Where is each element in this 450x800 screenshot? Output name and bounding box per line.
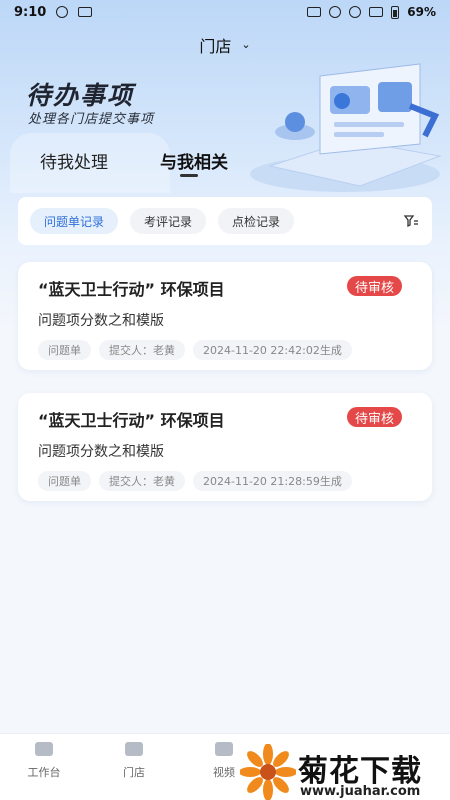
tab-bar: 待我处理 与我相关 [0,148,450,188]
card-submitter-tag: 提交人：老黄 [99,340,185,360]
signal-icon [369,7,384,17]
task-card[interactable]: “蓝天卫士行动” 环保项目 待审核 问题项分数之和模版 问题单 提交人：老黄 2… [18,262,432,370]
nav-label: 视频 [213,766,235,779]
filter-icon[interactable] [402,212,420,230]
card-type-tag: 问题单 [38,340,91,360]
card-template-name: 问题项分数之和模版 [38,444,164,460]
wifi-icon [349,6,362,18]
video-icon [215,742,233,756]
notification-icon [56,6,69,18]
watermark: 菊花下载网 www.juahar.com [239,743,450,800]
card-generated-tag: 2024-11-20 22:42:02生成 [193,340,352,360]
tab-pending[interactable]: 待我处理 [40,148,108,173]
store-selector-label: 门店 [199,37,232,56]
chip-issue-records[interactable]: 问题单记录 [30,208,119,234]
page-subtitle: 处理各门店提交事项 [28,112,155,127]
page-title: 待办事项 [26,81,135,110]
tab-related[interactable]: 与我相关 [160,148,228,173]
nav-workbench[interactable]: 工作台 [14,742,74,780]
status-badge: 待审核 [346,407,402,427]
workbench-icon [35,742,53,756]
image-icon [78,7,93,17]
card-generated-tag: 2024-11-20 21:28:59生成 [193,471,352,491]
status-badge: 待审核 [346,276,402,296]
battery-icon [391,5,400,19]
filter-bar: 问题单记录 考评记录 点检记录 [18,197,432,245]
chip-inspection-records[interactable]: 点检记录 [218,208,295,234]
card-submitter-tag: 提交人：老黄 [99,471,185,491]
vibrate-icon [329,6,342,18]
battery-percent: 69% [407,5,436,19]
nav-store[interactable]: 门店 [104,742,164,780]
chevron-down-icon: ⌄ [241,37,251,51]
status-bar: 9:10 69% [0,0,450,24]
nav-label: 门店 [123,766,145,779]
nav-label: 工作台 [27,766,61,779]
task-card[interactable]: “蓝天卫士行动” 环保项目 待审核 问题项分数之和模版 问题单 提交人：老黄 2… [18,393,432,501]
nfc-icon [307,7,322,17]
flower-logo-icon [239,743,297,800]
store-icon [125,742,143,756]
tab-indicator [180,174,198,177]
chip-evaluation-records[interactable]: 考评记录 [130,208,207,234]
status-time: 9:10 [14,4,47,20]
watermark-url: www.juahar.com [300,784,421,799]
card-template-name: 问题项分数之和模版 [38,313,164,329]
card-type-tag: 问题单 [38,471,91,491]
